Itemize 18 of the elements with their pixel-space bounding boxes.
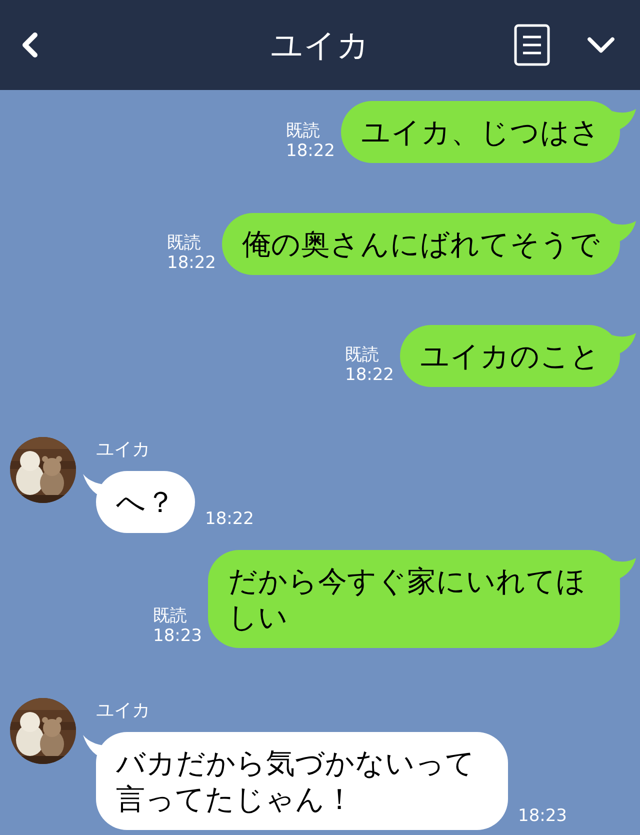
message-time: 18:22 [345, 365, 394, 385]
read-receipt: 既読 [286, 121, 320, 141]
read-receipt: 既読 [153, 606, 187, 626]
sender-name: ユイカ [96, 699, 151, 723]
message-time: 18:23 [518, 806, 567, 826]
menu-icon[interactable] [514, 24, 550, 66]
read-receipt: 既読 [345, 345, 379, 365]
sender-name: ユイカ [96, 438, 151, 462]
bubble-tail-icon [612, 556, 638, 580]
bubble-tail-icon [612, 107, 638, 131]
message-time: 18:22 [167, 253, 216, 273]
read-receipt: 既読 [167, 233, 201, 253]
message-time: 18:22 [205, 509, 254, 529]
bubble-tail-icon [612, 219, 638, 243]
chat-title: ユイカ [270, 25, 370, 65]
message-time: 18:22 [286, 141, 335, 161]
message-time: 18:23 [153, 626, 202, 646]
bubble-tail-icon [612, 331, 638, 355]
